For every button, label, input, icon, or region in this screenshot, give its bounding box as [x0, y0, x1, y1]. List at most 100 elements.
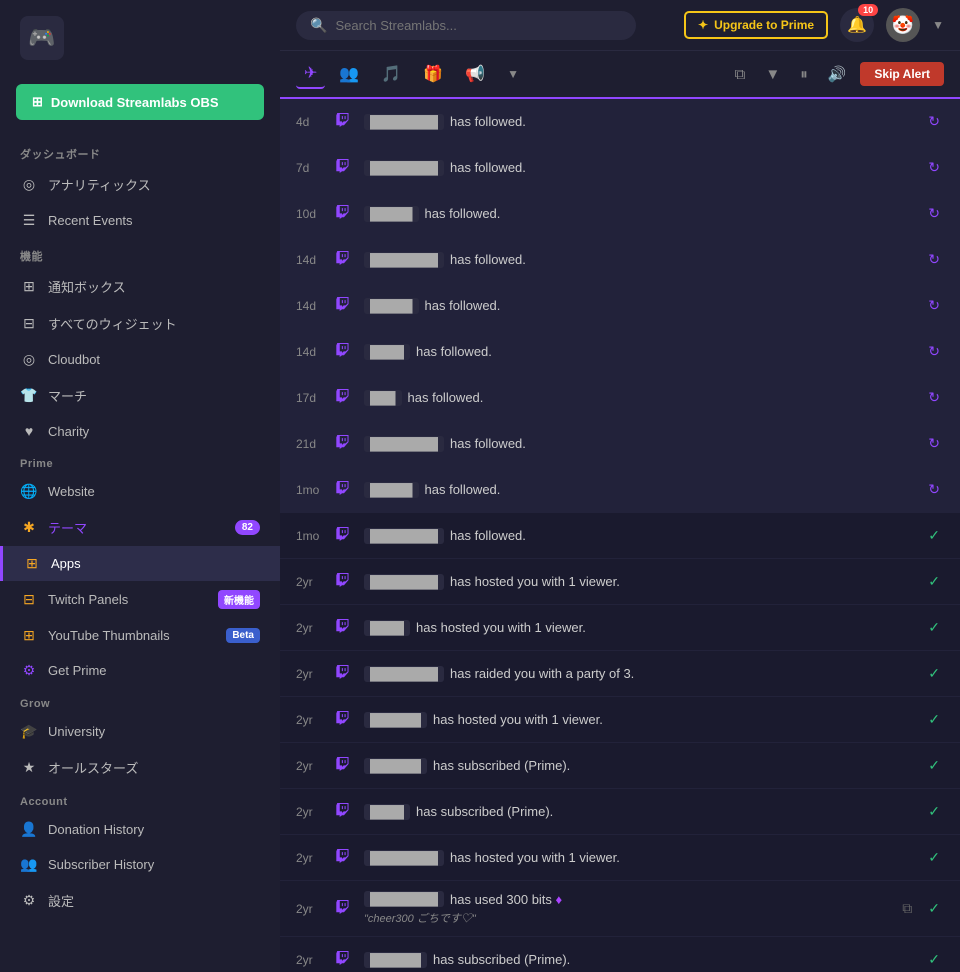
event-refresh-button[interactable]: ↻ [924, 387, 944, 408]
event-actions: ✓ [924, 617, 944, 638]
sidebar-item-twitch-panels[interactable]: ⊟ Twitch Panels 新機能 [0, 581, 280, 618]
twitch-icon [336, 481, 354, 498]
filter-toolbar-button[interactable]: ▼ [759, 62, 786, 87]
event-time: 2yr [296, 667, 326, 681]
sidebar-item-donation-history[interactable]: 👤 Donation History [0, 812, 280, 847]
sidebar-item-all-widgets[interactable]: ⊟ すべてのウィジェット [0, 305, 280, 342]
event-username: ████████ [364, 666, 444, 682]
event-actions: ✓ [924, 755, 944, 776]
event-refresh-button[interactable]: ↻ [924, 341, 944, 362]
event-tab-activity[interactable]: ✈ [296, 59, 325, 89]
event-tab-announcements[interactable]: 📢 [457, 60, 493, 88]
event-action-text: has hosted you with 1 viewer. [450, 850, 620, 865]
sidebar-item-recent-events[interactable]: ☰ Recent Events [0, 203, 280, 238]
event-tab-followers[interactable]: 👥 [331, 60, 367, 88]
event-check-button[interactable]: ✓ [924, 898, 944, 919]
event-action-text: has followed. [425, 298, 501, 313]
event-check-button[interactable]: ✓ [924, 801, 944, 822]
sidebar-item-notification-box[interactable]: ⊞ 通知ボックス [0, 268, 280, 305]
download-obs-button[interactable]: ⊞ Download Streamlabs OBS [16, 84, 264, 120]
notifications-button[interactable]: 🔔 10 [840, 8, 874, 42]
event-main-text: █████ has followed. [364, 206, 914, 222]
event-list: 4d ████████ has followed. ↻ 7d [280, 99, 960, 972]
user-avatar-button[interactable]: 🤡 [886, 8, 920, 42]
charity-icon: ♥ [20, 423, 38, 439]
event-check-button[interactable]: ✓ [924, 617, 944, 638]
event-username: ████████ [364, 436, 444, 452]
event-check-button[interactable]: ✓ [924, 847, 944, 868]
sidebar-item-university[interactable]: 🎓 University [0, 714, 280, 749]
event-username: █████ [364, 482, 419, 498]
event-refresh-button[interactable]: ↻ [924, 479, 944, 500]
features-section-label: 機能 [0, 238, 280, 268]
copy-toolbar-button[interactable]: ⧉ [729, 62, 752, 87]
event-content: █████ has followed. [364, 206, 914, 222]
event-content: █████ has followed. [364, 482, 914, 498]
event-action-text: has followed. [450, 528, 526, 543]
merch-icon: 👕 [20, 387, 38, 404]
event-action-text: has hosted you with 1 viewer. [433, 712, 603, 727]
event-copy-button[interactable]: ⧉ [898, 898, 916, 919]
sidebar-item-website[interactable]: 🌐 Website [0, 474, 280, 509]
sidebar-item-get-prime[interactable]: ⚙ Get Prime [0, 653, 280, 688]
event-check-button[interactable]: ✓ [924, 949, 944, 970]
event-row: 2yr ████████ has used 300 bits ♦ "cheer3… [280, 881, 960, 937]
event-actions: ✓ [924, 709, 944, 730]
sidebar-item-theme[interactable]: ✱ テーマ 82 [0, 509, 280, 546]
event-check-button[interactable]: ✓ [924, 525, 944, 546]
theme-icon: ✱ [20, 519, 38, 536]
event-row: 14d ████ has followed. ↻ [280, 329, 960, 375]
event-check-button[interactable]: ✓ [924, 663, 944, 684]
event-actions: ↻ [924, 157, 944, 178]
sidebar-item-apps[interactable]: ⊞ Apps [0, 546, 280, 581]
avatar-dropdown-button[interactable]: ▼ [932, 18, 944, 32]
sidebar-item-all-stars[interactable]: ★ オールスターズ [0, 749, 280, 786]
event-main-text: ████████ has hosted you with 1 viewer. [364, 574, 914, 590]
sidebar-item-analytics[interactable]: ◎ アナリティックス [0, 166, 280, 203]
event-actions: ✓ [924, 847, 944, 868]
event-row: 21d ████████ has followed. ↻ [280, 421, 960, 467]
all-stars-icon: ★ [20, 759, 38, 776]
event-refresh-button[interactable]: ↻ [924, 295, 944, 316]
event-check-button[interactable]: ✓ [924, 571, 944, 592]
event-tab-subs[interactable]: 🎁 [415, 60, 451, 88]
event-main-text: ████████ has followed. [364, 528, 914, 544]
twitch-icon [336, 205, 354, 222]
event-username: ████████ [364, 891, 444, 907]
skip-alert-button[interactable]: Skip Alert [860, 62, 944, 86]
event-refresh-button[interactable]: ↻ [924, 203, 944, 224]
event-actions: ↻ [924, 479, 944, 500]
app-logo-icon: 🎮 [20, 16, 64, 60]
event-content: ████████ has hosted you with 1 viewer. [364, 574, 914, 590]
event-actions: ↻ [924, 111, 944, 132]
search-input[interactable] [335, 18, 622, 33]
pause-toolbar-button[interactable]: ⏸ [794, 62, 814, 87]
sidebar-item-charity[interactable]: ♥ Charity [0, 414, 280, 448]
twitch-icon [336, 389, 354, 406]
sidebar-item-merch[interactable]: 👕 マーチ [0, 377, 280, 414]
sidebar-item-youtube-thumbnails[interactable]: ⊞ YouTube Thumbnails Beta [0, 618, 280, 653]
event-actions: ✓ [924, 801, 944, 822]
event-refresh-button[interactable]: ↻ [924, 111, 944, 132]
event-check-button[interactable]: ✓ [924, 755, 944, 776]
event-row: 7d ████████ has followed. ↻ [280, 145, 960, 191]
event-tab-more-arrow[interactable]: ▼ [503, 63, 523, 85]
event-check-button[interactable]: ✓ [924, 709, 944, 730]
event-content: ██████ has subscribed (Prime). [364, 952, 914, 968]
sidebar-item-subscriber-history[interactable]: 👥 Subscriber History [0, 847, 280, 882]
sidebar-item-cloudbot[interactable]: ◎ Cloudbot [0, 342, 280, 377]
event-tab-music[interactable]: 🎵 [373, 60, 409, 88]
event-refresh-button[interactable]: ↻ [924, 249, 944, 270]
volume-toolbar-button[interactable]: 🔊 [822, 61, 853, 87]
event-action-text: has followed. [408, 390, 484, 405]
event-username: ██████ [364, 952, 427, 968]
twitch-icon [336, 951, 354, 968]
event-refresh-button[interactable]: ↻ [924, 433, 944, 454]
settings-icon: ⚙ [20, 892, 38, 909]
event-time: 2yr [296, 575, 326, 589]
upgrade-to-prime-button[interactable]: ✦ Upgrade to Prime [684, 11, 828, 39]
sidebar-item-settings[interactable]: ⚙ 設定 [0, 882, 280, 919]
event-refresh-button[interactable]: ↻ [924, 157, 944, 178]
event-actions: ↻ [924, 249, 944, 270]
analytics-icon: ◎ [20, 176, 38, 193]
